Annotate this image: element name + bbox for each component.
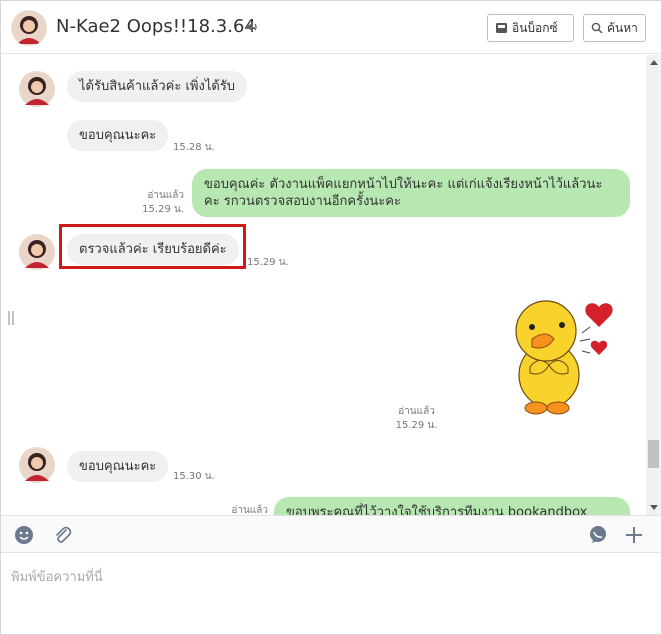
read-receipt: อ่านแล้ว — [225, 504, 268, 515]
highlight-box — [59, 224, 246, 269]
incoming-message[interactable]: ขอบคุณนะคะ — [67, 120, 169, 151]
message-time: 15.30 น. — [173, 471, 215, 482]
chat-bubble-icon[interactable] — [587, 524, 609, 546]
contact-name: N-Kae2 Oops!!18.3.64 — [56, 16, 256, 37]
outgoing-message[interactable]: ขอบคุณค่ะ ตัวงานแพ็คแยกหน้าไปให้นะคะ แต่… — [192, 169, 630, 217]
plus-icon[interactable] — [623, 524, 645, 546]
read-status: อ่านแล้ว — [231, 505, 268, 515]
inbox-button[interactable]: อินบ็อกซ์ — [487, 14, 574, 42]
inbox-label: อินบ็อกซ์ — [512, 20, 558, 35]
read-status: อ่านแล้ว — [398, 406, 435, 417]
paperclip-icon[interactable] — [51, 524, 73, 546]
outgoing-message[interactable]: ขอบพระคุณที่ไว้วางใจใช้บริการทีมงาน book… — [274, 497, 630, 515]
scroll-down-arrow-icon[interactable] — [650, 505, 658, 510]
search-icon — [591, 22, 603, 34]
search-button[interactable]: ค้นหา — [583, 14, 646, 42]
chat-header: N-Kae2 Oops!!18.3.64 อินบ็อกซ์ ค้นหา — [1, 1, 661, 54]
incoming-message[interactable]: ขอบคุณนะคะ — [67, 451, 169, 482]
emoji-icon[interactable] — [13, 524, 35, 546]
incoming-message[interactable]: ได้รับสินค้าแล้วค่ะ เพิ่งได้รับ — [67, 71, 248, 102]
message-time: 15.28 น. — [173, 142, 215, 153]
contact-avatar[interactable] — [11, 10, 47, 46]
read-status: อ่านแล้ว — [147, 190, 184, 201]
search-label: ค้นหา — [607, 20, 638, 35]
composer-toolbar — [1, 515, 661, 553]
sender-avatar[interactable] — [19, 447, 55, 483]
message-time: 15.29 น. — [395, 420, 438, 431]
message-scrollbar[interactable] — [646, 55, 661, 515]
read-receipt: อ่านแล้ว 15.29 น. — [395, 405, 438, 433]
inbox-icon — [496, 23, 507, 33]
message-time: 15.29 น. — [247, 257, 289, 268]
sender-avatar[interactable] — [19, 234, 55, 270]
message-time: 15.29 น. — [142, 204, 184, 215]
message-input[interactable] — [1, 554, 661, 634]
yellow-duck-heart-sticker[interactable] — [494, 295, 619, 420]
scroll-up-arrow-icon[interactable] — [650, 60, 658, 65]
chat-window: N-Kae2 Oops!!18.3.64 อินบ็อกซ์ ค้นหา ได้… — [0, 0, 662, 635]
read-receipt: อ่านแล้ว 15.29 น. — [141, 189, 184, 217]
scroll-thumb[interactable] — [648, 440, 659, 468]
resize-handle-icon[interactable] — [7, 311, 15, 325]
sender-avatar[interactable] — [19, 71, 55, 107]
message-composer — [1, 554, 661, 634]
message-list[interactable]: ได้รับสินค้าแล้วค่ะ เพิ่งได้รับ ขอบคุณนะ… — [1, 55, 661, 515]
speaker-icon[interactable] — [245, 20, 259, 34]
